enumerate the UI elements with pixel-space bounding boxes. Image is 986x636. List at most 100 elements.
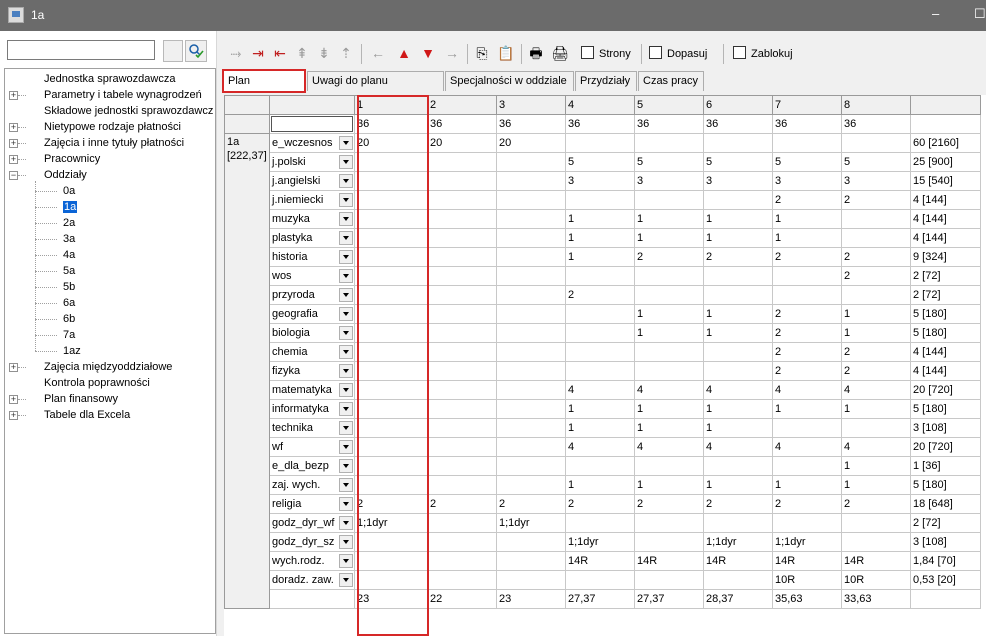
chevron-down-icon[interactable] <box>339 212 353 226</box>
hours-cell[interactable] <box>841 532 911 552</box>
hours-cell[interactable] <box>565 513 635 533</box>
hours-cell[interactable]: 5 <box>703 152 773 172</box>
hours-cell[interactable] <box>354 266 428 286</box>
hours-cell[interactable]: 1;1dyr <box>496 513 566 533</box>
tree-item[interactable]: Parametry i tabele wynagrodzeń <box>44 87 202 103</box>
hours-cell[interactable]: 2 <box>354 494 428 514</box>
hours-cell[interactable] <box>427 532 497 552</box>
hours-cell[interactable]: 1 <box>703 209 773 229</box>
hours-cell[interactable] <box>703 285 773 305</box>
hours-cell[interactable]: 1 <box>841 399 911 419</box>
hours-cell[interactable] <box>634 513 704 533</box>
hours-cell[interactable] <box>841 285 911 305</box>
hours-cell[interactable] <box>427 266 497 286</box>
hours-cell[interactable]: 2 <box>772 494 842 514</box>
hours-cell[interactable] <box>496 323 566 343</box>
hours-cell[interactable] <box>565 323 635 343</box>
hours-cell[interactable]: 2 <box>565 285 635 305</box>
subject-cell[interactable]: j.niemiecki <box>269 190 355 210</box>
tree-expander[interactable]: + <box>9 91 18 100</box>
hours-cell[interactable]: 2 <box>703 247 773 267</box>
hours-cell[interactable]: 10R <box>841 570 911 590</box>
add-row-icon[interactable]: ⇥ <box>247 41 269 65</box>
hours-cell[interactable]: 1 <box>703 475 773 495</box>
hours-cell[interactable]: 2 <box>496 494 566 514</box>
weeks-cell[interactable]: 36 <box>427 114 497 134</box>
hours-cell[interactable]: 1 <box>634 418 704 438</box>
hours-cell[interactable] <box>565 456 635 476</box>
subject-cell[interactable]: wos <box>269 266 355 286</box>
tree-expander[interactable]: − <box>9 171 18 180</box>
hours-cell[interactable]: 14R <box>772 551 842 571</box>
hours-cell[interactable] <box>496 190 566 210</box>
hours-cell[interactable]: 1 <box>841 304 911 324</box>
hours-cell[interactable]: 20 <box>427 133 497 153</box>
subject-cell[interactable]: godz_dyr_sz <box>269 532 355 552</box>
hours-cell[interactable] <box>841 418 911 438</box>
tree-item[interactable]: Jednostka sprawozdawcza <box>44 71 175 87</box>
subject-cell[interactable]: informatyka <box>269 399 355 419</box>
hours-cell[interactable] <box>634 532 704 552</box>
subject-cell[interactable]: technika <box>269 418 355 438</box>
hours-cell[interactable] <box>496 266 566 286</box>
hours-cell[interactable] <box>703 133 773 153</box>
hours-cell[interactable]: 4 <box>634 437 704 457</box>
hours-cell[interactable]: 1 <box>703 418 773 438</box>
tree-item[interactable]: Nietypowe rodzaje płatności <box>44 119 181 135</box>
tree-class-item[interactable]: 5a <box>63 263 75 279</box>
tree-class-item[interactable]: 4a <box>63 247 75 263</box>
subject-cell[interactable]: geografia <box>269 304 355 324</box>
hours-cell[interactable]: 1 <box>772 475 842 495</box>
hours-cell[interactable]: 2 <box>841 190 911 210</box>
tab-czas-pracy[interactable]: Czas pracy <box>638 71 704 91</box>
hours-cell[interactable]: 1 <box>634 323 704 343</box>
hours-cell[interactable]: 2 <box>634 247 704 267</box>
weeks-cell[interactable]: 36 <box>496 114 566 134</box>
hours-cell[interactable]: 1 <box>772 209 842 229</box>
column-header[interactable]: 3 <box>496 95 566 115</box>
hours-cell[interactable]: 1 <box>565 247 635 267</box>
hours-cell[interactable] <box>496 285 566 305</box>
hours-cell[interactable]: 5 <box>634 152 704 172</box>
tree-item[interactable]: Składowe jednostki sprawozdawcz <box>44 103 213 119</box>
hours-cell[interactable]: 1;1dyr <box>772 532 842 552</box>
chevron-down-icon[interactable] <box>339 459 353 473</box>
move-bottom-icon[interactable]: ⇟ <box>313 41 335 65</box>
hours-cell[interactable] <box>496 456 566 476</box>
hours-cell[interactable]: 10R <box>772 570 842 590</box>
column-header[interactable]: 4 <box>565 95 635 115</box>
hours-cell[interactable] <box>427 551 497 571</box>
tree-class-item[interactable]: 1az <box>63 343 81 359</box>
hours-cell[interactable] <box>427 342 497 362</box>
hours-cell[interactable] <box>427 209 497 229</box>
subject-cell[interactable]: wych.rodz. <box>269 551 355 571</box>
subject-cell[interactable]: j.angielski <box>269 171 355 191</box>
hours-cell[interactable] <box>354 456 428 476</box>
hours-cell[interactable] <box>496 437 566 457</box>
hours-cell[interactable]: 4 <box>703 380 773 400</box>
print-preview-icon[interactable]: 🖶 <box>525 41 547 65</box>
chevron-down-icon[interactable] <box>339 345 353 359</box>
column-header[interactable]: 8 <box>841 95 911 115</box>
hours-cell[interactable]: 2 <box>772 247 842 267</box>
weeks-cell[interactable]: 36 <box>634 114 704 134</box>
chevron-down-icon[interactable] <box>339 383 353 397</box>
hours-cell[interactable] <box>354 532 428 552</box>
hours-cell[interactable]: 1 <box>565 475 635 495</box>
subject-cell[interactable]: fizyka <box>269 361 355 381</box>
hours-cell[interactable]: 1 <box>634 399 704 419</box>
hours-cell[interactable] <box>496 361 566 381</box>
hours-cell[interactable]: 3 <box>841 171 911 191</box>
chevron-down-icon[interactable] <box>339 573 353 587</box>
hours-cell[interactable] <box>703 456 773 476</box>
hours-cell[interactable]: 2 <box>772 304 842 324</box>
hours-cell[interactable]: 4 <box>634 380 704 400</box>
hours-cell[interactable] <box>703 570 773 590</box>
hours-cell[interactable] <box>565 133 635 153</box>
tree-expander[interactable]: + <box>9 139 18 148</box>
hours-cell[interactable] <box>496 399 566 419</box>
tree-class-item[interactable]: 3a <box>63 231 75 247</box>
hours-cell[interactable]: 1 <box>772 228 842 248</box>
chevron-down-icon[interactable] <box>339 155 353 169</box>
hours-cell[interactable]: 1 <box>634 304 704 324</box>
